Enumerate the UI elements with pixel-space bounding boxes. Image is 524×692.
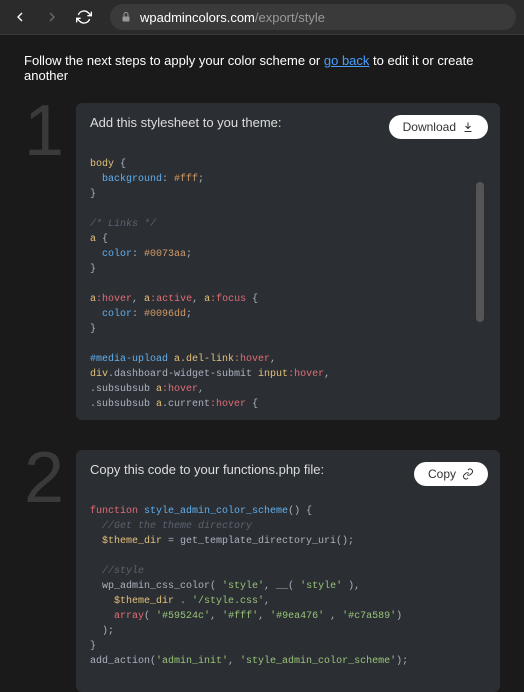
download-button[interactable]: Download	[389, 115, 488, 139]
step-number: 1	[24, 103, 64, 420]
go-back-link[interactable]: go back	[324, 53, 370, 68]
copy-button[interactable]: Copy	[414, 462, 488, 486]
step-1: 1 Add this stylesheet to you theme: Down…	[24, 103, 500, 420]
browser-toolbar: wpadmincolors.com/export/style	[0, 0, 524, 35]
download-icon	[462, 121, 474, 133]
lock-icon	[120, 11, 132, 23]
intro-text: Follow the next steps to apply your colo…	[24, 53, 500, 83]
forward-button[interactable]	[40, 5, 64, 29]
url-bar[interactable]: wpadmincolors.com/export/style	[110, 4, 516, 30]
link-icon	[462, 468, 474, 480]
step-number: 2	[24, 450, 64, 692]
reload-button[interactable]	[72, 5, 96, 29]
php-code-block[interactable]: function style_admin_color_scheme() { //…	[90, 489, 486, 684]
url-text: wpadmincolors.com/export/style	[140, 10, 325, 25]
back-button[interactable]	[8, 5, 32, 29]
css-code-block[interactable]: body { background: #fff; } /* Links */ a…	[90, 142, 486, 412]
scrollbar-thumb[interactable]	[476, 182, 484, 322]
step-2: 2 Copy this code to your functions.php f…	[24, 450, 500, 692]
